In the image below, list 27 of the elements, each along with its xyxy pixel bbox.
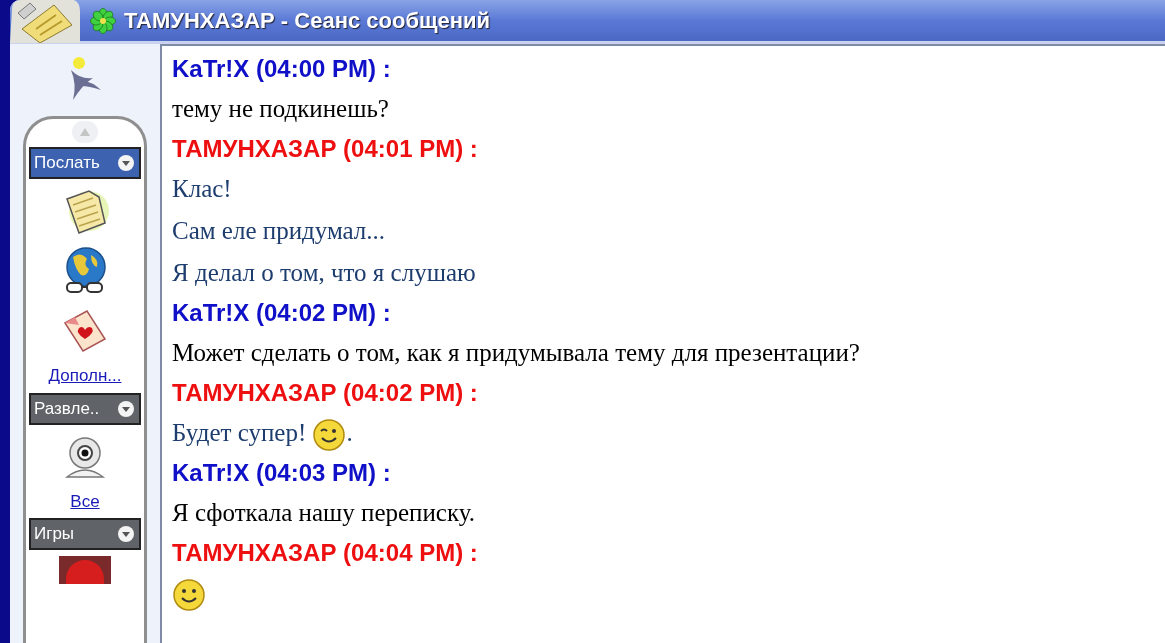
message-text: Сам еле придумал...	[172, 216, 387, 246]
message-text: Я сфоткала нашу переписку.	[172, 498, 476, 528]
smiling-face-icon	[172, 578, 206, 613]
section-dropdown[interactable]: Послать	[29, 147, 141, 179]
message-header: KaTr!X (04:00 PM) :	[172, 54, 392, 84]
message-header: ТАМУНХАЗАР (04:01 PM) :	[172, 134, 479, 164]
more-link[interactable]: Все	[70, 488, 100, 514]
message-header: KaTr!X (04:03 PM) :	[172, 458, 392, 488]
dropdown-caret-icon	[117, 154, 135, 172]
note-paper-icon	[10, 0, 82, 43]
flower-icon	[90, 7, 116, 34]
section-dropdown[interactable]: Развле..	[29, 392, 141, 425]
dropdown-caret-icon	[117, 525, 135, 543]
message-text: Клас!	[172, 174, 233, 204]
message-text: Я делал о том, что я слушаю	[172, 258, 477, 288]
more-link[interactable]: Дополн...	[48, 363, 122, 389]
message-text: тему не подкинешь?	[172, 94, 390, 124]
message-header: KaTr!X (04:02 PM) :	[172, 298, 392, 328]
message-header: ТАМУНХАЗАР (04:02 PM) :	[172, 378, 479, 408]
message-header: ТАМУНХАЗАР (04:04 PM) :	[172, 538, 479, 568]
dropdown-caret-icon	[117, 399, 135, 418]
message-text: Будет супер! .	[172, 412, 1165, 454]
section-dropdown[interactable]: Игры	[29, 518, 141, 550]
message-text: Может сделать о том, как я придумывала тему для презентации?	[172, 338, 861, 368]
window-title: ТАМУНХАЗАР - Сеанс сообщений	[124, 7, 491, 35]
up-arrow-icon	[80, 128, 90, 136]
winking-face-icon	[312, 418, 347, 453]
